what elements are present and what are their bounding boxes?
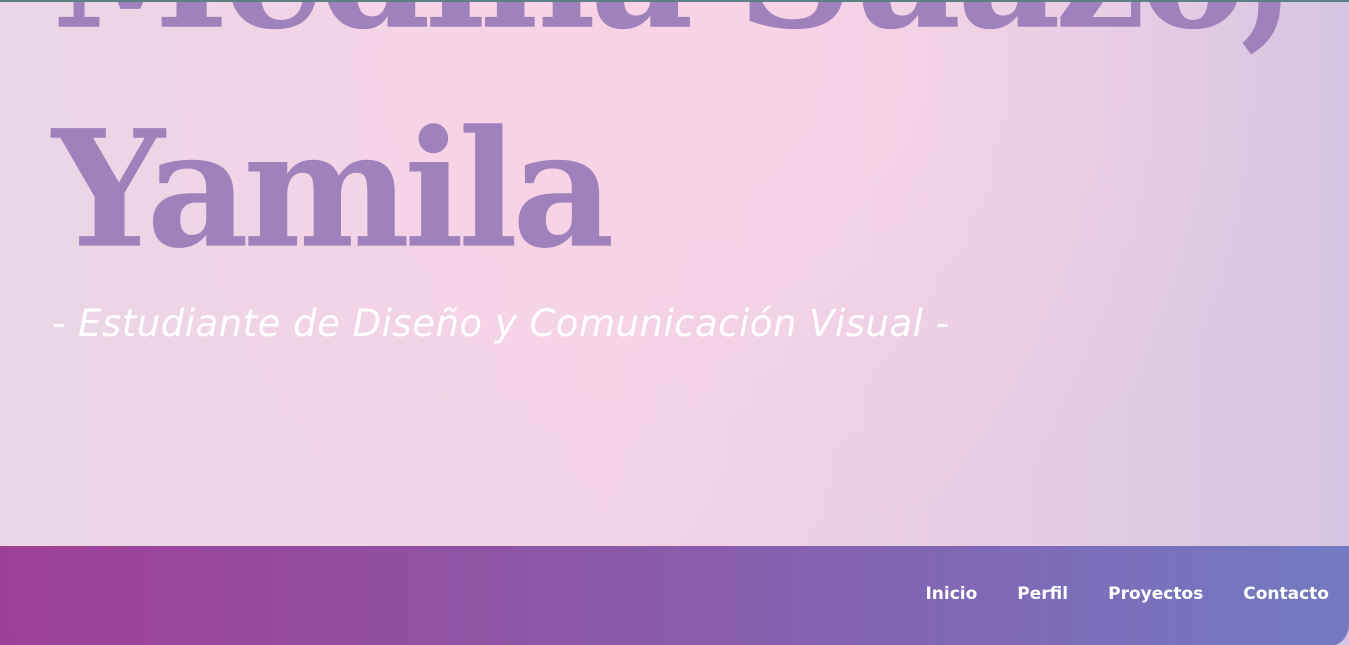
hero-name-line-2: Yamila <box>52 95 614 285</box>
hero-name-line-1: Medina Suazo, <box>52 2 1296 52</box>
nav-link-inicio[interactable]: Inicio <box>925 584 977 604</box>
nav-link-perfil[interactable]: Perfil <box>1017 584 1068 604</box>
nav-links: Inicio Perfil Proyectos Contacto <box>925 584 1329 604</box>
main-navbar: Inicio Perfil Proyectos Contacto <box>0 546 1349 645</box>
hero-subtitle: - Estudiante de Diseño y Comunicación Vi… <box>52 302 950 345</box>
nav-link-contacto[interactable]: Contacto <box>1243 584 1329 604</box>
hero-section: Medina Suazo, Yamila - Estudiante de Dis… <box>0 2 1349 645</box>
nav-link-proyectos[interactable]: Proyectos <box>1108 584 1203 604</box>
